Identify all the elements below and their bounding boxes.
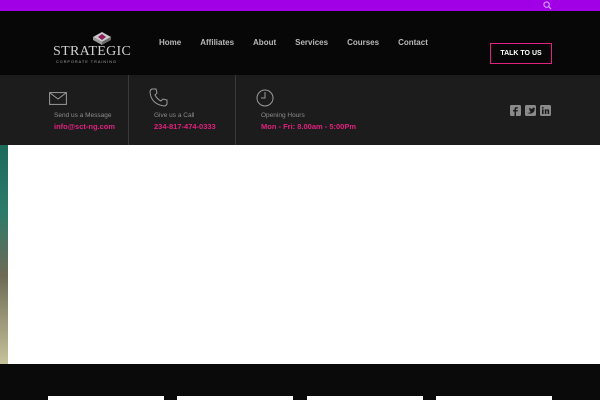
phone-icon	[149, 88, 168, 107]
top-bar	[0, 0, 600, 11]
hours-block: Opening Hours Mon - Fri: 8.00am - 5:00Pm	[236, 75, 436, 145]
linkedin-icon[interactable]	[540, 103, 551, 116]
nav-contact[interactable]: Contact	[398, 38, 428, 48]
call-number[interactable]: 234-817-474-0333	[154, 122, 216, 131]
footer	[0, 364, 600, 400]
hours-value: Mon - Fri: 8.00am - 5:00Pm	[261, 122, 357, 131]
twitter-icon[interactable]	[525, 103, 536, 116]
footer-card	[307, 396, 423, 400]
nav-affiliates[interactable]: Affiliates	[200, 38, 234, 48]
social-links	[510, 103, 555, 116]
footer-card	[436, 396, 552, 400]
nav-about[interactable]: About	[253, 38, 276, 48]
contact-info-bar: Send us a Message info@sct-ng.com Give u…	[0, 75, 600, 145]
search-icon[interactable]	[543, 1, 552, 10]
logo-wordmark: STRATEGIC	[53, 44, 132, 59]
hero-image-edge	[0, 145, 8, 364]
logo[interactable]: STRATEGIC CORPORATE TRAINING	[53, 32, 131, 68]
talk-to-us-button[interactable]: TALK TO US	[490, 43, 552, 64]
message-label: Send us a Message	[54, 112, 112, 119]
clock-icon	[256, 89, 274, 107]
nav-courses[interactable]: Courses	[347, 38, 379, 48]
main-nav: Home Affiliates About Services Courses C…	[159, 38, 447, 48]
nav-home[interactable]: Home	[159, 38, 181, 48]
hours-label: Opening Hours	[261, 112, 305, 119]
facebook-icon[interactable]	[510, 103, 521, 116]
main-content-area	[8, 145, 600, 364]
call-block: Give us a Call 234-817-474-0333	[129, 75, 235, 145]
call-label: Give us a Call	[154, 112, 195, 119]
envelope-icon	[49, 92, 67, 105]
logo-tagline: CORPORATE TRAINING	[56, 60, 117, 64]
footer-card	[177, 396, 293, 400]
message-block: Send us a Message info@sct-ng.com	[0, 75, 129, 145]
site-header: STRATEGIC CORPORATE TRAINING Home Affili…	[0, 11, 600, 75]
nav-services[interactable]: Services	[295, 38, 328, 48]
message-email[interactable]: info@sct-ng.com	[54, 122, 115, 131]
footer-card	[48, 396, 164, 400]
